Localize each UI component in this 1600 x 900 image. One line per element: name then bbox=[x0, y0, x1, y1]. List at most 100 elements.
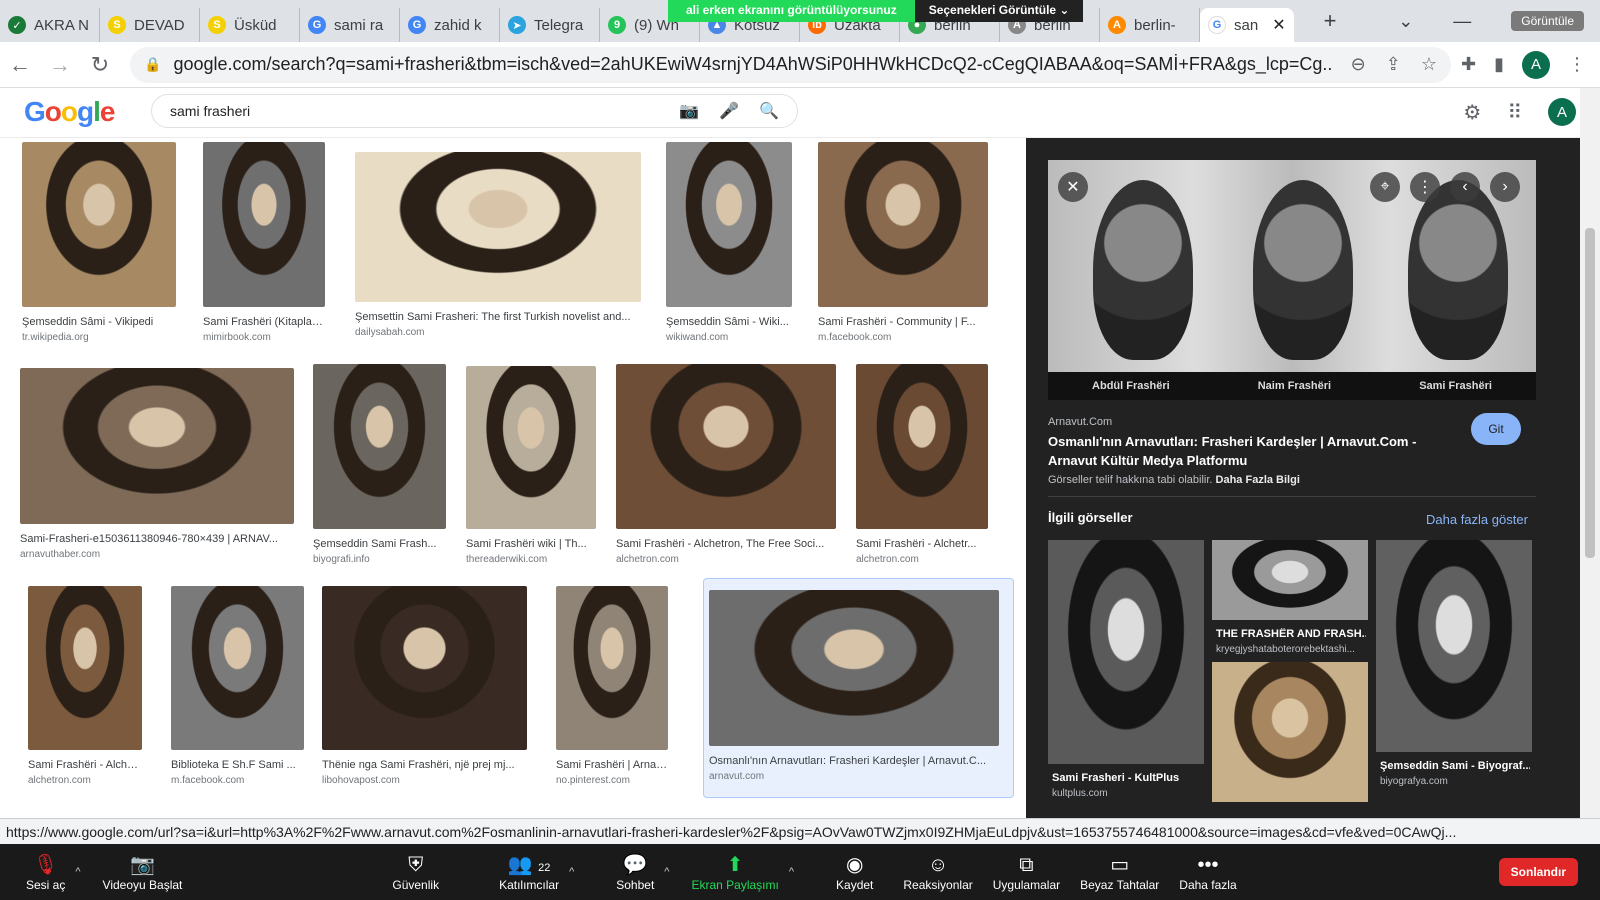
address-bar[interactable]: 🔒 google.com/search?q=sami+frasheri&tbm=… bbox=[130, 46, 1451, 83]
share-screen-button[interactable]: ⬆ Ekran Paylaşımı bbox=[681, 844, 788, 900]
result-caption[interactable]: Sami Frashëri - Alchetr... bbox=[28, 759, 142, 771]
lock-icon[interactable]: 🔒 bbox=[144, 56, 161, 73]
participants-caret[interactable]: ^ bbox=[569, 866, 574, 878]
browser-tab[interactable]: Gzahid k bbox=[400, 8, 500, 42]
image-result[interactable]: Sami Frashëri (Kitaplar ... mimirbook.com bbox=[203, 142, 325, 347]
related-caption[interactable]: THE FRASHËR AND FRASH... bbox=[1216, 628, 1366, 640]
zoom-icon[interactable]: ⊖ bbox=[1351, 54, 1366, 75]
source-title-link[interactable]: Osmanlı'nın Arnavutları: Frasheri Kardeş… bbox=[1048, 432, 1438, 470]
image-result[interactable]: Şemseddin Sâmi - Vikipedi tr.wikipedia.or… bbox=[22, 142, 176, 347]
new-tab-button[interactable]: + bbox=[1324, 8, 1337, 34]
related-thumbnail[interactable] bbox=[1376, 540, 1532, 752]
record-button[interactable]: ◉ Kaydet bbox=[826, 844, 883, 900]
preview-image[interactable]: ✕ ⌖ ⋮ ‹ › Abdül Frashëri Naim Frashëri S… bbox=[1048, 160, 1536, 400]
view-options-button[interactable]: Seçenekleri Görüntüle ⌄ bbox=[914, 0, 1084, 22]
related-image[interactable]: Şemseddin Sami - Biyograf... biyografya.c… bbox=[1376, 540, 1532, 792]
show-more-link[interactable]: Daha fazla göster bbox=[1426, 512, 1528, 527]
result-thumbnail[interactable] bbox=[556, 586, 668, 750]
puzzle-icon[interactable]: ✚ bbox=[1461, 54, 1476, 75]
image-result[interactable]: Sami Frashëri - Alchetr... alchetron.com bbox=[28, 586, 142, 790]
more-options-icon[interactable]: ⋮ bbox=[1410, 172, 1440, 202]
related-thumbnail[interactable] bbox=[1212, 662, 1368, 802]
visit-button[interactable]: Git bbox=[1471, 413, 1521, 445]
apps-button[interactable]: ⧉ Uygulamalar bbox=[983, 844, 1070, 900]
learn-more-link[interactable]: Daha Fazla Bilgi bbox=[1216, 474, 1300, 486]
audio-options-caret[interactable]: ^ bbox=[75, 866, 80, 878]
related-caption[interactable]: Sami Frasheri - KultPlus bbox=[1052, 772, 1202, 784]
result-caption[interactable]: Sami Frashëri - Community | F... bbox=[818, 316, 988, 328]
browser-tab[interactable]: S DEVAD bbox=[100, 8, 200, 42]
image-result[interactable]: Şemseddin Sâmi - Wiki... wikiwand.com bbox=[666, 142, 792, 347]
previous-icon[interactable]: ‹ bbox=[1450, 172, 1480, 202]
tab-search-icon[interactable]: ⌄ bbox=[1398, 11, 1413, 32]
lens-icon[interactable]: ⌖ bbox=[1370, 172, 1400, 202]
page-scrollbar[interactable] bbox=[1580, 88, 1600, 818]
close-tab-icon[interactable]: ✕ bbox=[1272, 15, 1285, 35]
end-meeting-button[interactable]: Sonlandır bbox=[1498, 858, 1578, 886]
forward-icon[interactable]: → bbox=[40, 52, 80, 78]
image-result[interactable]: Thënie nga Sami Frashëri, një prej mj...… bbox=[322, 586, 527, 790]
result-caption[interactable]: Şemseddin Sâmi - Vikipedi bbox=[22, 316, 176, 328]
result-thumbnail[interactable] bbox=[856, 364, 988, 529]
result-thumbnail[interactable] bbox=[616, 364, 836, 529]
image-result[interactable]: Biblioteka E Sh.F Sami ... m.facebook.com bbox=[171, 586, 304, 790]
result-thumbnail[interactable] bbox=[313, 364, 446, 529]
close-panel-icon[interactable]: ✕ bbox=[1058, 172, 1088, 202]
microphone-icon[interactable]: 🎤 bbox=[719, 101, 739, 121]
kebab-menu-icon[interactable]: ⋮ bbox=[1568, 54, 1586, 75]
image-result[interactable]: Sami Frashëri - Alchetron, The Free Soci… bbox=[616, 364, 836, 569]
image-result[interactable]: Şemseddin Sami Frash... biyografi.info bbox=[313, 364, 446, 569]
result-thumbnail[interactable] bbox=[818, 142, 988, 307]
participants-button[interactable]: 👥 22 Katılımcılar bbox=[489, 844, 569, 900]
browser-tab[interactable]: Gsami ra bbox=[300, 8, 400, 42]
search-icon[interactable]: 🔍 bbox=[759, 101, 779, 121]
result-thumbnail[interactable] bbox=[355, 152, 641, 302]
result-caption[interactable]: Thënie nga Sami Frashëri, një prej mj... bbox=[322, 759, 527, 771]
image-result[interactable]: Sami Frashëri - Alchetr... alchetron.com bbox=[856, 364, 988, 569]
image-result[interactable]: Sami Frashëri - Community | F... m.facebo… bbox=[818, 142, 988, 347]
minimize-icon[interactable]: — bbox=[1453, 11, 1471, 32]
google-logo[interactable]: Google bbox=[24, 96, 115, 128]
related-thumbnail[interactable] bbox=[1212, 540, 1368, 620]
result-thumbnail[interactable] bbox=[203, 142, 325, 307]
result-thumbnail[interactable] bbox=[171, 586, 304, 750]
result-thumbnail[interactable] bbox=[22, 142, 176, 307]
image-result[interactable]: Osmanlı'nın Arnavutları: Frasheri Kardeş… bbox=[709, 590, 999, 786]
search-box[interactable]: sami frasheri 📷 🎤 🔍 bbox=[151, 94, 798, 128]
scrollbar-thumb[interactable] bbox=[1585, 228, 1595, 558]
unmute-button[interactable]: 🎙 Sesi aç bbox=[0, 844, 75, 900]
result-thumbnail[interactable] bbox=[28, 586, 142, 750]
google-account-avatar[interactable]: A bbox=[1548, 98, 1576, 126]
result-thumbnail[interactable] bbox=[20, 368, 294, 524]
result-caption[interactable]: Sami Frashëri | Arnavut... bbox=[556, 759, 668, 771]
result-caption[interactable]: Şemsettin Sami Frasheri: The first Turki… bbox=[355, 311, 641, 323]
next-icon[interactable]: › bbox=[1490, 172, 1520, 202]
related-image[interactable]: Sami Frasheri - KultPlus kultplus.com bbox=[1048, 540, 1204, 804]
camera-icon[interactable]: 📷 bbox=[679, 101, 699, 121]
chat-button[interactable]: 💬 Sohbet bbox=[606, 844, 664, 900]
share-icon[interactable]: ⇪ bbox=[1386, 54, 1401, 75]
back-icon[interactable]: ← bbox=[0, 52, 40, 78]
result-caption[interactable]: Sami Frashëri - Alchetr... bbox=[856, 538, 988, 550]
related-image[interactable]: THE FRASHËR AND FRASH... kryegjyshatabote… bbox=[1212, 540, 1368, 660]
browser-tab[interactable]: S Üsküd bbox=[200, 8, 300, 42]
result-caption[interactable]: Biblioteka E Sh.F Sami ... bbox=[171, 759, 304, 771]
share-caret[interactable]: ^ bbox=[789, 866, 794, 878]
browser-tab[interactable]: ➤ Telegra bbox=[500, 8, 600, 42]
result-caption[interactable]: Sami Frashëri (Kitaplar ... bbox=[203, 316, 325, 328]
result-caption[interactable]: Osmanlı'nın Arnavutları: Frasheri Kardeş… bbox=[709, 755, 999, 767]
result-caption[interactable]: Şemseddin Sami Frash... bbox=[313, 538, 446, 550]
result-thumbnail[interactable] bbox=[709, 590, 999, 746]
chat-caret[interactable]: ^ bbox=[664, 866, 669, 878]
result-thumbnail[interactable] bbox=[322, 586, 527, 750]
apps-grid-icon[interactable]: ⠿ bbox=[1507, 100, 1522, 125]
bookmark-star-icon[interactable]: ☆ bbox=[1421, 54, 1437, 75]
image-result[interactable]: Sami-Frasheri-e1503611380946-780×439 | A… bbox=[20, 368, 294, 564]
result-caption[interactable]: Şemseddin Sâmi - Wiki... bbox=[666, 316, 792, 328]
reload-icon[interactable]: ↻ bbox=[80, 52, 120, 78]
related-caption[interactable]: Şemseddin Sami - Biyograf... bbox=[1380, 760, 1530, 772]
view-button[interactable]: Görüntüle bbox=[1511, 11, 1584, 31]
image-result[interactable]: Sami Frashëri wiki | Th... thereaderwiki.… bbox=[466, 366, 596, 569]
browser-tab[interactable]: ✓ AKRA N bbox=[0, 8, 100, 42]
active-tab[interactable]: G san ✕ bbox=[1200, 8, 1294, 42]
